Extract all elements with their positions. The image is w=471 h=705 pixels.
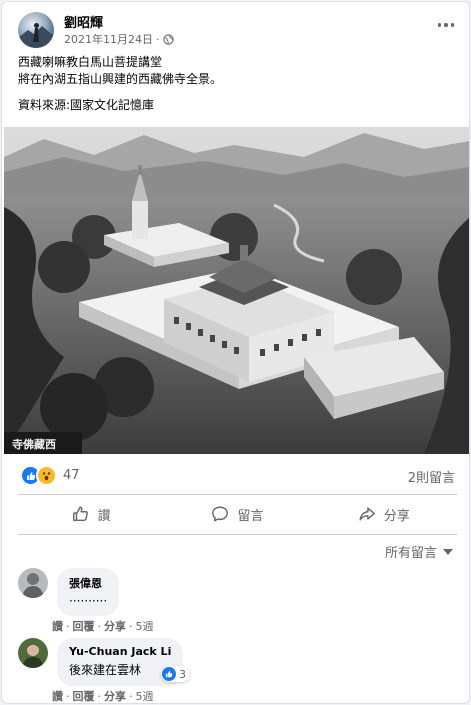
like-outline-icon bbox=[72, 506, 88, 522]
post-meta: 2021年11月24日 · bbox=[64, 31, 174, 47]
like-label: 讚 bbox=[97, 508, 111, 524]
comment-sort-dropdown[interactable]: 所有留言 bbox=[385, 542, 453, 561]
image-caption: 寺佛藏西 bbox=[12, 437, 56, 451]
commenter-name[interactable]: Yu-Chuan Jack Li bbox=[69, 645, 171, 658]
post-text-line-3: 資料來源:國家文化記憶庫 bbox=[18, 98, 155, 112]
comment-share-link[interactable]: 分享 bbox=[104, 690, 126, 703]
author-avatar[interactable] bbox=[18, 12, 54, 48]
post-text-line-2: 將在內湖五指山興建的西藏佛寺全景。 bbox=[18, 72, 223, 86]
like-reaction-icon bbox=[162, 667, 176, 681]
author-name[interactable]: 劉昭輝 bbox=[64, 12, 103, 31]
post-card: 劉昭輝 2021年11月24日 · 西藏喇嘛教白馬山菩提講堂 將在內湖五指山興建… bbox=[2, 2, 469, 703]
like-button[interactable]: 讚 bbox=[18, 495, 164, 533]
comment-like-link[interactable]: 讚 bbox=[52, 620, 63, 633]
commenter-avatar[interactable] bbox=[18, 638, 48, 668]
share-label: 分享 bbox=[383, 508, 410, 524]
comment-time[interactable]: 5週 bbox=[136, 620, 154, 633]
commenter-name[interactable]: 張偉恩 bbox=[69, 575, 107, 591]
post-date[interactable]: 2021年11月24日 bbox=[64, 31, 153, 47]
comment-actions: 讚 · 回覆 · 分享 · 5週 bbox=[52, 690, 154, 703]
share-button[interactable]: 分享 bbox=[311, 495, 457, 533]
comment-share-link[interactable]: 分享 bbox=[104, 620, 126, 633]
reaction-summary[interactable]: 47 bbox=[20, 465, 80, 486]
comment-time[interactable]: 5週 bbox=[136, 690, 154, 703]
globe-icon bbox=[162, 33, 174, 45]
comment-button[interactable]: 留言 bbox=[164, 495, 310, 533]
comment-text: ·········· bbox=[69, 594, 108, 608]
comment-reply-link[interactable]: 回覆 bbox=[73, 620, 95, 633]
post-actions: 讚 留言 分享 bbox=[18, 495, 457, 533]
post-text: 西藏喇嘛教白馬山菩提講堂 將在內湖五指山興建的西藏佛寺全景。 資料來源:國家文化… bbox=[18, 54, 458, 114]
comment-like-link[interactable]: 讚 bbox=[52, 690, 63, 703]
comment-count[interactable]: 2則留言 bbox=[408, 467, 455, 486]
post-text-line-1: 西藏喇嘛教白馬山菩提講堂 bbox=[18, 55, 163, 69]
comment-actions: 讚 · 回覆 · 分享 · 5週 bbox=[52, 620, 154, 633]
share-outline-icon bbox=[359, 507, 375, 521]
more-options-icon[interactable] bbox=[434, 16, 458, 34]
meta-separator: · bbox=[156, 32, 160, 46]
post-image[interactable]: 寺佛藏西 bbox=[4, 127, 469, 454]
comment-reaction-badge[interactable]: 3 bbox=[161, 666, 190, 682]
reaction-count: 47 bbox=[63, 468, 80, 483]
comment-label: 留言 bbox=[237, 508, 264, 524]
post-header: 劉昭輝 2021年11月24日 · bbox=[18, 10, 458, 50]
divider-bottom bbox=[18, 534, 457, 535]
temple-illustration: 寺佛藏西 bbox=[4, 127, 469, 454]
commenter-avatar[interactable] bbox=[18, 568, 48, 598]
wow-reaction-icon bbox=[36, 465, 57, 486]
comment-outline-icon bbox=[212, 506, 229, 522]
comment-reaction-count: 3 bbox=[179, 667, 186, 681]
comment-sort-label: 所有留言 bbox=[384, 546, 437, 561]
comment-reply-link[interactable]: 回覆 bbox=[73, 690, 95, 703]
dropdown-caret-icon bbox=[443, 548, 453, 555]
comment-text: 後來建在雲林 bbox=[69, 663, 142, 677]
comment-bubble: 張偉恩 ·········· bbox=[57, 568, 120, 616]
